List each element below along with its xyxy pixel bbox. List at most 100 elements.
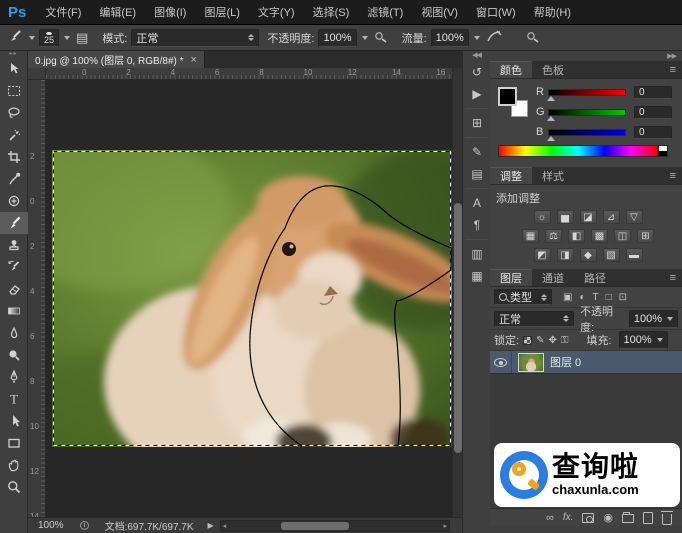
gradient-tool[interactable] (0, 300, 28, 322)
selective-color-icon[interactable]: ▧ (603, 248, 620, 262)
menu-window[interactable]: 窗口(W) (467, 4, 525, 20)
new-adjustment-layer-icon[interactable]: ◉ (603, 509, 613, 527)
menu-type[interactable]: 文字(Y) (249, 4, 304, 20)
scroll-right-icon[interactable]: ▸ (443, 522, 447, 530)
hand-tool[interactable] (0, 454, 28, 476)
green-slider[interactable] (548, 109, 626, 116)
filter-type-icon[interactable]: T (591, 292, 601, 303)
fill-field[interactable]: 100% (619, 331, 668, 349)
status-expand-icon[interactable]: ▶ (208, 521, 214, 530)
status-zoom-level[interactable]: 100% (28, 520, 72, 531)
layer-filter-select[interactable]: 类型 (494, 289, 552, 305)
brush-tool-icon[interactable] (6, 28, 24, 47)
color-spectrum-bar[interactable] (498, 145, 658, 157)
dodge-tool[interactable] (0, 344, 28, 366)
spectrum-bw-swatch[interactable] (658, 145, 668, 157)
brush-tool-dropdown-icon[interactable] (29, 36, 35, 40)
pen-tool[interactable] (0, 366, 28, 388)
shape-tool[interactable] (0, 432, 28, 454)
layer-visibility-toggle[interactable] (490, 351, 512, 373)
filter-smart-object-icon[interactable]: ⊡ (617, 292, 629, 303)
brush-panel-icon[interactable]: ✎ (463, 141, 491, 163)
eraser-tool[interactable] (0, 278, 28, 300)
toolbar-grip[interactable]: ▸▸ (0, 51, 27, 58)
tab-adjustments[interactable]: 调整 (490, 167, 532, 184)
curves-icon[interactable]: ◪ (580, 210, 597, 224)
tab-layers[interactable]: 图层 (490, 269, 532, 286)
tab-styles[interactable]: 样式 (532, 167, 574, 184)
character-panel-icon[interactable]: A (463, 192, 491, 214)
menu-edit[interactable]: 编辑(E) (90, 4, 145, 20)
lock-all-icon[interactable]: ⚿ (561, 335, 569, 346)
blue-slider[interactable] (548, 129, 626, 136)
green-slider-knob[interactable] (547, 116, 555, 121)
brush-panel-toggle-icon[interactable]: ▤ (76, 30, 88, 46)
move-tool[interactable] (0, 58, 28, 80)
layers-panel-menu-icon[interactable]: ≡ (664, 269, 682, 286)
opacity-field[interactable]: 100% (318, 29, 356, 47)
expand-panels-icon[interactable]: ◀◀ (463, 51, 490, 61)
vertical-scrollbar-thumb[interactable] (454, 203, 462, 453)
vertical-scrollbar[interactable] (452, 68, 462, 517)
lock-pixels-icon[interactable]: ✎ (536, 335, 544, 346)
tab-swatches[interactable]: 色板 (532, 61, 574, 78)
exposure-icon[interactable]: ⊿ (603, 210, 620, 224)
document-tab[interactable]: 0.jpg @ 100% (图层 0, RGB/8#) * × (28, 51, 205, 68)
channel-mixer-icon[interactable]: ◫ (614, 229, 631, 243)
adjustments-panel-menu-icon[interactable]: ≡ (664, 167, 682, 184)
actions-panel-icon[interactable]: ▶ (463, 83, 491, 105)
blue-slider-knob[interactable] (547, 136, 555, 141)
info-panel-icon[interactable]: ▥ (463, 243, 491, 265)
zoom-tool[interactable] (0, 476, 28, 498)
brush-preset-dropdown-icon[interactable] (64, 36, 70, 40)
brush-preset-picker[interactable]: 25 (39, 29, 59, 47)
path-selection-tool[interactable] (0, 410, 28, 432)
color-lookup-icon[interactable]: ⊞ (637, 229, 654, 243)
photo-filter-icon[interactable]: ▩ (591, 229, 608, 243)
levels-icon[interactable]: ▅ (557, 210, 574, 224)
delete-layer-icon[interactable] (662, 514, 672, 525)
type-tool[interactable]: T (0, 388, 28, 410)
lasso-tool[interactable] (0, 102, 28, 124)
size-pressure-icon[interactable] (526, 30, 540, 46)
canvas-image[interactable] (52, 150, 452, 447)
hue-saturation-icon[interactable]: ▦ (522, 229, 539, 243)
horizontal-scrollbar[interactable]: ◂ ▸ (220, 520, 450, 532)
history-brush-tool[interactable] (0, 256, 28, 278)
history-panel-icon[interactable]: ↺ (463, 61, 491, 83)
tab-close-icon[interactable]: × (191, 54, 197, 66)
add-mask-icon[interactable] (582, 513, 594, 523)
spot-healing-brush-tool[interactable] (0, 190, 28, 212)
menu-image[interactable]: 图像(I) (145, 4, 195, 20)
crop-tool[interactable] (0, 146, 28, 168)
new-layer-icon[interactable] (643, 512, 653, 524)
blend-mode-select[interactable]: 正常 (494, 311, 574, 327)
vibrance-icon[interactable]: ▽ (626, 210, 643, 224)
quick-selection-tool[interactable] (0, 124, 28, 146)
gradient-map-icon[interactable]: ▬ (626, 248, 643, 262)
posterize-icon[interactable]: ◨ (557, 248, 574, 262)
tab-channels[interactable]: 通道 (532, 269, 574, 286)
threshold-icon[interactable]: ◆ (580, 248, 597, 262)
filter-shape-icon[interactable]: □ (604, 292, 614, 303)
red-value-field[interactable]: 0 (634, 86, 672, 99)
invert-icon[interactable]: ◩ (534, 248, 551, 262)
blur-tool[interactable] (0, 322, 28, 344)
menu-filter[interactable]: 滤镜(T) (358, 4, 412, 20)
black-white-icon[interactable]: ◧ (568, 229, 585, 243)
red-slider[interactable] (548, 89, 626, 96)
filter-adjustment-icon[interactable]: ◐ (577, 292, 587, 303)
foreground-swatch[interactable] (498, 87, 517, 106)
airbrush-icon[interactable] (486, 30, 502, 46)
brightness-contrast-icon[interactable]: ☼ (534, 210, 551, 224)
tab-color[interactable]: 颜色 (490, 61, 532, 78)
layer-thumbnail[interactable] (518, 353, 544, 372)
paragraph-panel-icon[interactable]: ¶ (463, 214, 491, 236)
tab-paths[interactable]: 路径 (574, 269, 616, 286)
layer-name[interactable]: 图层 0 (550, 354, 581, 370)
color-panel-menu-icon[interactable]: ≡ (664, 61, 682, 78)
opacity-dropdown-icon[interactable] (362, 36, 368, 40)
flow-dropdown-icon[interactable] (474, 36, 480, 40)
notes-panel-icon[interactable]: ▦ (463, 265, 491, 287)
clone-source-panel-icon[interactable]: ⊞ (463, 112, 491, 134)
